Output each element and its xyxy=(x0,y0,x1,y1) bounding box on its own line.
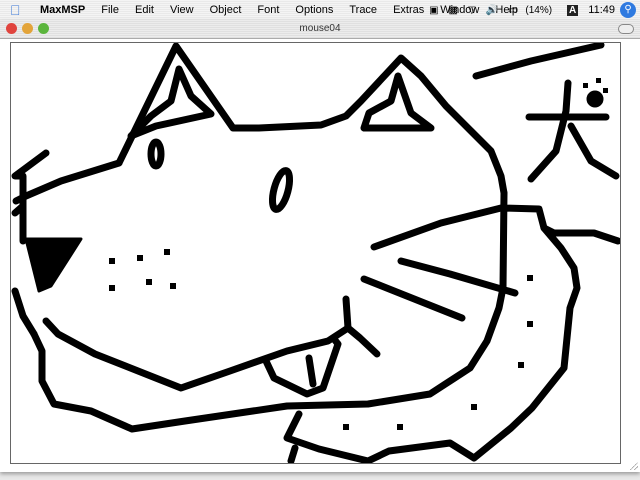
minimize-button[interactable] xyxy=(22,23,33,34)
whisker-3 xyxy=(360,275,466,322)
menu-extras-tray: ▣ ▩ ▽ 🔊 ▭ (14%) A 11:49 ⚲ xyxy=(424,0,640,20)
battery-icon[interactable]: ▭ (14%) xyxy=(508,5,557,16)
whisker-top xyxy=(370,204,620,251)
menu-object[interactable]: Object xyxy=(202,4,250,16)
whisker-2 xyxy=(397,257,519,297)
title-bar[interactable]: mouse04 xyxy=(0,20,640,39)
kanji-left xyxy=(527,79,572,183)
menu-edit[interactable]: Edit xyxy=(127,4,162,16)
whisker-dots xyxy=(109,78,608,430)
volume-icon[interactable]: 🔊 xyxy=(486,5,498,16)
close-button[interactable] xyxy=(6,23,17,34)
nose-shading xyxy=(24,237,83,293)
resize-grip[interactable] xyxy=(628,460,638,470)
window-title: mouse04 xyxy=(299,23,341,34)
toolbar-toggle-button[interactable] xyxy=(618,24,634,34)
menu-font[interactable]: Font xyxy=(249,4,287,16)
menu-file[interactable]: File xyxy=(93,4,127,16)
battery-percent: (14%) xyxy=(525,4,553,16)
display-icon[interactable]: ▩ xyxy=(449,5,458,16)
clock[interactable]: 11:49 xyxy=(588,4,615,16)
menu-options[interactable]: Options xyxy=(287,4,341,16)
patcher-window: mouse04 xyxy=(0,20,640,472)
drawing-canvas[interactable] xyxy=(10,42,621,464)
menu-bar:  MaxMSP File Edit View Object Font Opti… xyxy=(0,0,640,21)
menu-trace[interactable]: Trace xyxy=(341,4,385,16)
wifi-icon[interactable]: ▽ xyxy=(468,5,476,16)
tail-outline xyxy=(283,224,581,463)
cat-drawing xyxy=(11,43,620,463)
mouth xyxy=(342,295,381,358)
kanji-dot xyxy=(586,90,604,108)
menu-view[interactable]: View xyxy=(162,4,202,16)
input-menu[interactable]: A xyxy=(567,4,579,16)
apple-menu-icon[interactable]:  xyxy=(10,0,24,20)
head-left-edge xyxy=(12,159,123,205)
kanji-right xyxy=(567,122,620,180)
spotlight-icon[interactable]: ⚲ xyxy=(620,2,636,18)
sync-icon[interactable]: ▣ xyxy=(429,5,438,16)
zoom-button[interactable] xyxy=(38,23,49,34)
jaw-line xyxy=(42,317,352,392)
top-right-line xyxy=(472,43,605,80)
menu-app[interactable]: MaxMSP xyxy=(32,4,93,16)
left-eye xyxy=(147,138,165,170)
left-muzzle xyxy=(11,287,38,338)
right-eye xyxy=(268,167,294,213)
